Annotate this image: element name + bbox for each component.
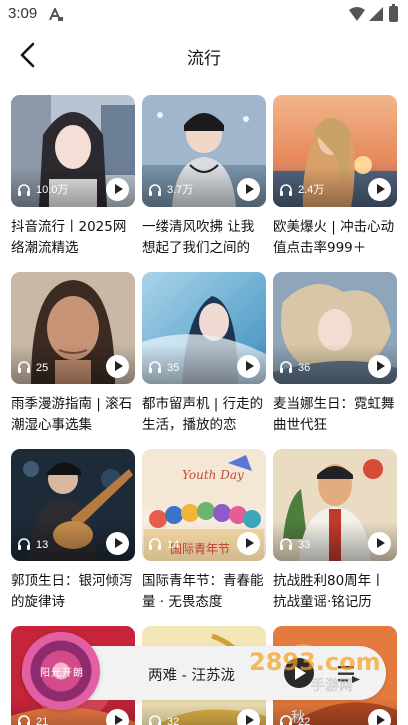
play-count: 13 [36,539,49,551]
watermark-logo: 2893.com [249,648,381,676]
play-count: 32 [167,716,180,725]
headphones-icon [149,715,161,725]
headphones-icon [18,538,30,550]
playlist-cover[interactable]: 10.0万 [11,95,135,207]
a-notification-icon [49,8,63,21]
watermark-sub: 手游网 [311,678,353,694]
headphones-icon [18,715,30,725]
playlist-card[interactable]: Youth Day 国际青年节 14 国际青年节：青春能量 · 无畏态度 [142,449,266,613]
status-time: 3:09 [8,5,38,22]
headphones-icon [280,184,292,196]
status-bar: 3:09 [0,0,408,30]
playlist-title[interactable]: 国际青年节：青春能量 · 无畏态度 [142,571,266,613]
headphones-icon [280,715,292,725]
play-count: 33 [298,539,311,551]
play-count: 35 [167,362,180,374]
play-count: 25 [36,362,49,374]
play-count: 2.4万 [298,184,325,196]
play-count: 3.7万 [167,184,194,196]
album-disc[interactable]: 阳光开朗 [22,632,100,710]
playlist-card[interactable]: 25 雨季漫游指南 | 滚石潮湿心事选集 [11,272,135,436]
play-count: 36 [298,362,311,374]
playlist-card[interactable]: 10.0万 抖音流行丨2025网络潮流精选 [11,95,135,259]
playlist-card[interactable]: 36 麦当娜生日：霓虹舞曲世代狂 [273,272,397,436]
playlist-title[interactable]: 一缕清风吹拂 让我想起了我们之间的 [142,217,266,259]
wifi-icon [349,7,365,21]
playlist-card[interactable]: 13 郭顶生日：银河倾泻的旋律诗 [11,449,135,613]
playlist-title[interactable]: 麦当娜生日：霓虹舞曲世代狂 [273,394,397,436]
play-button[interactable] [106,355,129,378]
playlist-card[interactable]: 3.7万 一缕清风吹拂 让我想起了我们之间的 [142,95,266,259]
playlist-cover[interactable]: 13 [11,449,135,561]
headphones-icon [18,361,30,373]
play-button[interactable] [237,178,260,201]
play-button[interactable] [106,178,129,201]
signal-icon [369,7,383,21]
play-button[interactable] [106,532,129,555]
album-disc-label: 阳光开朗 [40,668,84,679]
playlist-title[interactable]: 郭顶生日：银河倾泻的旋律诗 [11,571,135,613]
playlist-cover[interactable]: 3.7万 [142,95,266,207]
youth-day-lettering: Youth Day [182,468,244,482]
headphones-icon [149,184,161,196]
battery-icon [389,4,398,22]
play-count: 22 [298,716,311,725]
headphones-icon [149,538,161,550]
playlist-cover[interactable]: 2.4万 [273,95,397,207]
playlist-cover[interactable]: 33 [273,449,397,561]
headphones-icon [280,361,292,373]
play-button[interactable] [237,355,260,378]
site-watermark: 2893.com 手游网 [249,648,381,694]
page-title: 流行 [187,49,221,69]
playlist-title[interactable]: 都市留声机 | 行走的生活，播放的恋 [142,394,266,436]
playlist-title[interactable]: 抗战胜利80周年丨抗战童谣·铭记历 [273,571,397,613]
now-playing-title[interactable]: 两难 - 汪苏泷 [148,664,235,685]
playlist-cover[interactable]: 25 [11,272,135,384]
playlist-cover[interactable]: 36 [273,272,397,384]
headphones-icon [280,538,292,550]
play-button[interactable] [237,532,260,555]
play-count: 10.0万 [36,184,69,196]
playlist-card[interactable]: 2.4万 欧美爆火 | 冲击心动值点击率999＋ [273,95,397,259]
headphones-icon [18,184,30,196]
play-count: 21 [36,716,49,725]
playlist-title[interactable]: 抖音流行丨2025网络潮流精选 [11,217,135,259]
play-button[interactable] [368,532,391,555]
playlist-title[interactable]: 雨季漫游指南 | 滚石潮湿心事选集 [11,394,135,436]
playlist-card[interactable]: 33 抗战胜利80周年丨抗战童谣·铭记历 [273,449,397,613]
headphones-icon [149,361,161,373]
playlist-title[interactable]: 欧美爆火 | 冲击心动值点击率999＋ [273,217,397,259]
play-button[interactable] [368,355,391,378]
play-count: 14 [167,539,180,551]
play-button[interactable] [368,178,391,201]
playlist-cover[interactable]: Youth Day 国际青年节 14 [142,449,266,561]
top-bar: 流行 [0,30,408,82]
playlist-card[interactable]: 35 都市留声机 | 行走的生活，播放的恋 [142,272,266,436]
playlist-cover[interactable]: 35 [142,272,266,384]
